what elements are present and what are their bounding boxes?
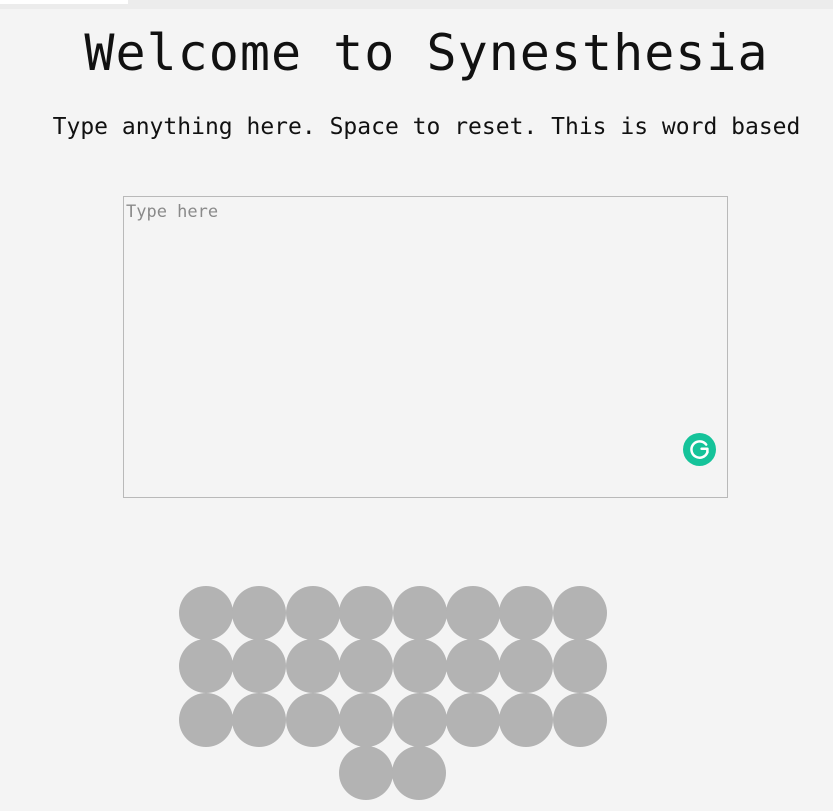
color-circle[interactable] <box>285 639 340 693</box>
color-circle[interactable] <box>232 693 287 747</box>
page-title: Welcome to Synesthesia <box>84 24 769 82</box>
color-circle[interactable] <box>446 639 500 693</box>
color-circle[interactable] <box>446 586 500 640</box>
color-circle[interactable] <box>499 693 554 747</box>
color-circle[interactable] <box>339 746 393 800</box>
color-circle[interactable] <box>392 746 447 800</box>
color-circle[interactable] <box>232 586 287 640</box>
color-circle[interactable] <box>552 639 607 693</box>
grammarly-g-icon <box>690 440 709 459</box>
color-circle[interactable] <box>552 586 607 640</box>
color-circle[interactable] <box>179 693 233 747</box>
color-circle[interactable] <box>285 693 340 747</box>
color-circle[interactable] <box>179 639 233 693</box>
color-circle[interactable] <box>392 586 447 640</box>
color-circle[interactable] <box>499 586 554 640</box>
color-circle[interactable] <box>339 693 394 747</box>
grammarly-button[interactable] <box>683 433 716 466</box>
color-circle[interactable] <box>392 639 447 693</box>
color-circle[interactable] <box>392 693 447 747</box>
color-circle[interactable] <box>285 586 340 640</box>
text-input-area[interactable] <box>123 196 728 498</box>
color-circle[interactable] <box>339 586 394 640</box>
browser-top-strip <box>0 0 833 9</box>
page-instructions: Type anything here. Space to reset. This… <box>52 114 801 140</box>
color-circle[interactable] <box>552 693 607 747</box>
color-circle[interactable] <box>339 639 394 693</box>
browser-tab-strip <box>0 0 128 4</box>
color-circle[interactable] <box>446 693 500 747</box>
color-circle[interactable] <box>232 639 287 693</box>
color-circle[interactable] <box>179 586 233 640</box>
color-circle[interactable] <box>499 639 554 693</box>
